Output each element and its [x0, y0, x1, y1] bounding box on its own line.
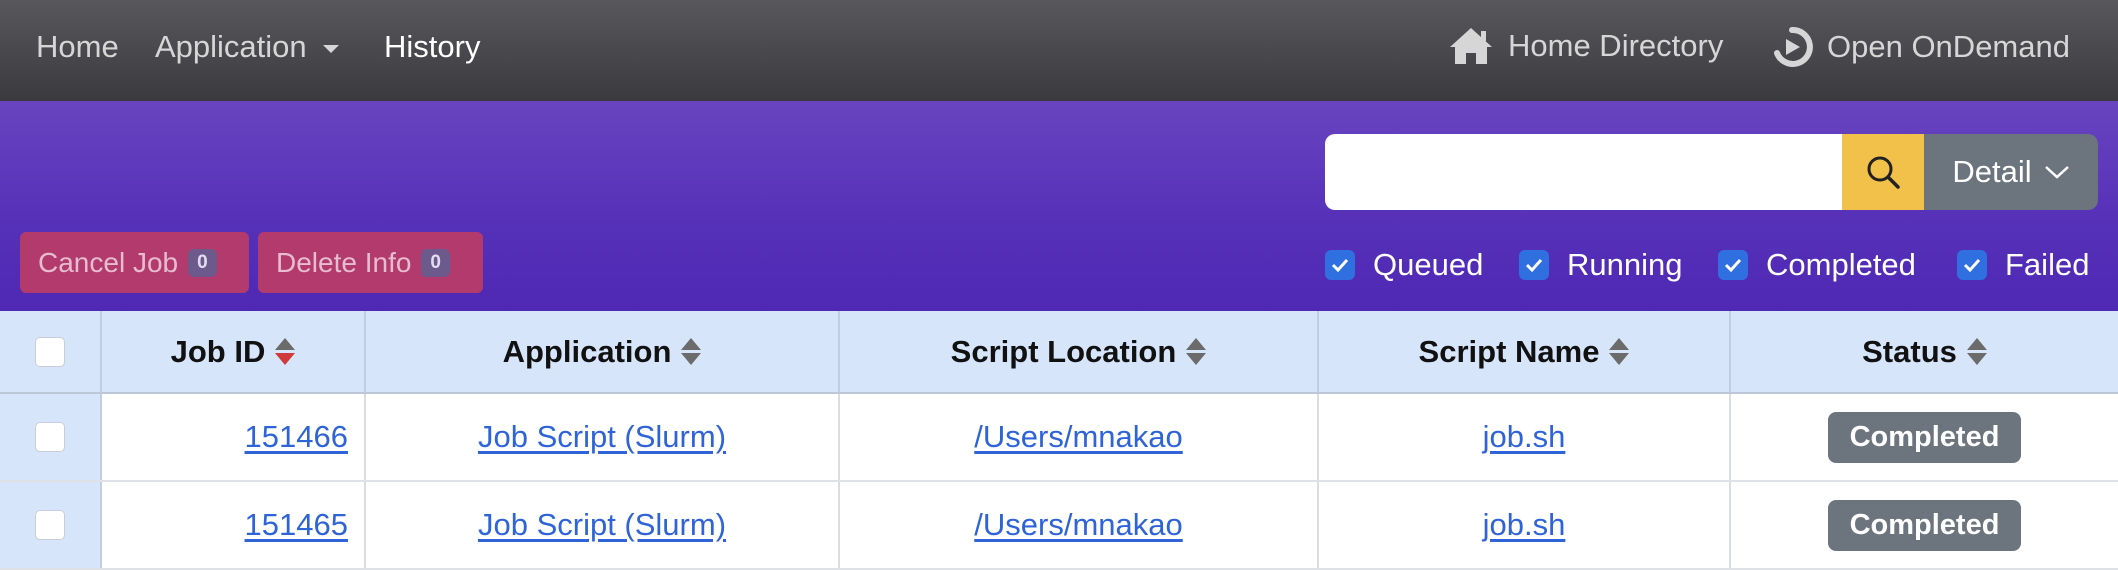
checkmark-icon [1525, 258, 1543, 272]
delete-info-count-badge: 0 [421, 248, 450, 277]
column-header-label: Script Location [950, 333, 1177, 369]
row-select-checkbox[interactable] [35, 422, 65, 452]
sort-icon [681, 338, 702, 365]
delete-info-label: Delete Info [276, 246, 412, 278]
nav-home-directory-link[interactable]: Home Directory [1448, 26, 1723, 66]
nav-home-link[interactable]: Home [36, 29, 119, 65]
job-id-cell: 151466 [102, 394, 366, 480]
house-icon [1450, 28, 1492, 64]
select-all-cell [0, 311, 102, 392]
filter-failed-label: Failed [2005, 247, 2090, 282]
cancel-job-label: Cancel Job [38, 246, 179, 278]
column-header-label: Status [1862, 333, 1957, 369]
checkmark-icon [1963, 258, 1981, 272]
cancel-job-button[interactable]: Cancel Job 0 [20, 232, 249, 293]
sort-icon [275, 338, 296, 365]
table-row: 151466 Job Script (Slurm) /Users/mnakao … [0, 394, 2118, 482]
script-location-link[interactable]: /Users/mnakao [974, 507, 1182, 543]
select-all-checkbox[interactable] [35, 336, 65, 367]
filter-failed[interactable]: Failed [1957, 247, 2089, 283]
filter-completed-label: Completed [1766, 247, 1916, 282]
row-select-checkbox[interactable] [35, 510, 65, 540]
table-header-row: Job ID Application Script Location Scrip… [0, 311, 2118, 394]
nav-home-directory-label: Home Directory [1508, 28, 1724, 63]
status-cell: Completed [1731, 394, 2118, 480]
script-location-link[interactable]: /Users/mnakao [974, 419, 1182, 455]
nav-open-ondemand-link[interactable]: Open OnDemand [1771, 26, 2070, 68]
cancel-job-count-badge: 0 [188, 248, 217, 277]
caret-down-icon [322, 44, 339, 53]
filter-running[interactable]: Running [1519, 247, 1682, 283]
checkmark-icon [1724, 258, 1742, 272]
column-header-label: Job ID [170, 333, 266, 369]
filter-failed-checkbox[interactable] [1957, 250, 1987, 280]
column-header-label: Application [502, 333, 672, 369]
nav-history-link[interactable]: History [384, 29, 480, 65]
filter-running-label: Running [1567, 247, 1683, 282]
script-location-cell: /Users/mnakao [840, 482, 1319, 568]
filter-queued-checkbox[interactable] [1325, 250, 1355, 280]
checkmark-icon [1331, 258, 1349, 272]
detail-dropdown-button[interactable]: Detail [1924, 134, 2098, 210]
table-row: 151465 Job Script (Slurm) /Users/mnakao … [0, 482, 2118, 570]
delete-info-button[interactable]: Delete Info 0 [258, 232, 483, 293]
script-name-link[interactable]: job.sh [1483, 507, 1566, 543]
magnifier-icon [1867, 156, 1900, 189]
column-header-script-location[interactable]: Script Location [840, 311, 1319, 392]
nav-open-ondemand-label: Open OnDemand [1827, 29, 2070, 64]
status-badge: Completed [1827, 411, 2022, 463]
status-cell: Completed [1731, 482, 2118, 568]
application-link[interactable]: Job Script (Slurm) [478, 507, 726, 543]
filter-queued[interactable]: Queued [1325, 247, 1483, 283]
script-location-cell: /Users/mnakao [840, 394, 1319, 480]
row-select-cell [0, 482, 102, 568]
column-header-script-name[interactable]: Script Name [1319, 311, 1731, 392]
top-navbar: Home Application History Home Directory … [0, 0, 2118, 101]
detail-label: Detail [1952, 154, 2032, 189]
column-header-application[interactable]: Application [366, 311, 840, 392]
sort-icon [1186, 338, 1207, 365]
sort-icon [1609, 338, 1630, 365]
script-name-cell: job.sh [1319, 482, 1731, 568]
chevron-down-icon [2044, 166, 2069, 179]
script-name-cell: job.sh [1319, 394, 1731, 480]
column-header-status[interactable]: Status [1731, 311, 2118, 392]
filter-queued-label: Queued [1373, 247, 1484, 282]
job-id-cell: 151465 [102, 482, 366, 568]
application-link[interactable]: Job Script (Slurm) [478, 419, 726, 455]
nav-application-dropdown[interactable]: Application [155, 29, 339, 65]
filter-completed[interactable]: Completed [1718, 247, 1916, 283]
application-cell: Job Script (Slurm) [366, 482, 840, 568]
row-select-cell [0, 394, 102, 480]
sort-icon [1966, 338, 1987, 365]
job-id-link[interactable]: 151466 [245, 419, 348, 455]
column-header-label: Script Name [1418, 333, 1600, 369]
filter-completed-checkbox[interactable] [1718, 250, 1748, 280]
job-id-link[interactable]: 151465 [245, 507, 348, 543]
status-badge: Completed [1827, 499, 2022, 551]
application-cell: Job Script (Slurm) [366, 394, 840, 480]
search-button[interactable] [1842, 134, 1924, 210]
filter-running-checkbox[interactable] [1519, 250, 1549, 280]
script-name-link[interactable]: job.sh [1483, 419, 1566, 455]
column-header-job-id[interactable]: Job ID [102, 311, 366, 392]
search-input[interactable] [1325, 134, 1843, 210]
ondemand-logo-icon [1774, 26, 1813, 67]
nav-application-label: Application [155, 29, 307, 64]
